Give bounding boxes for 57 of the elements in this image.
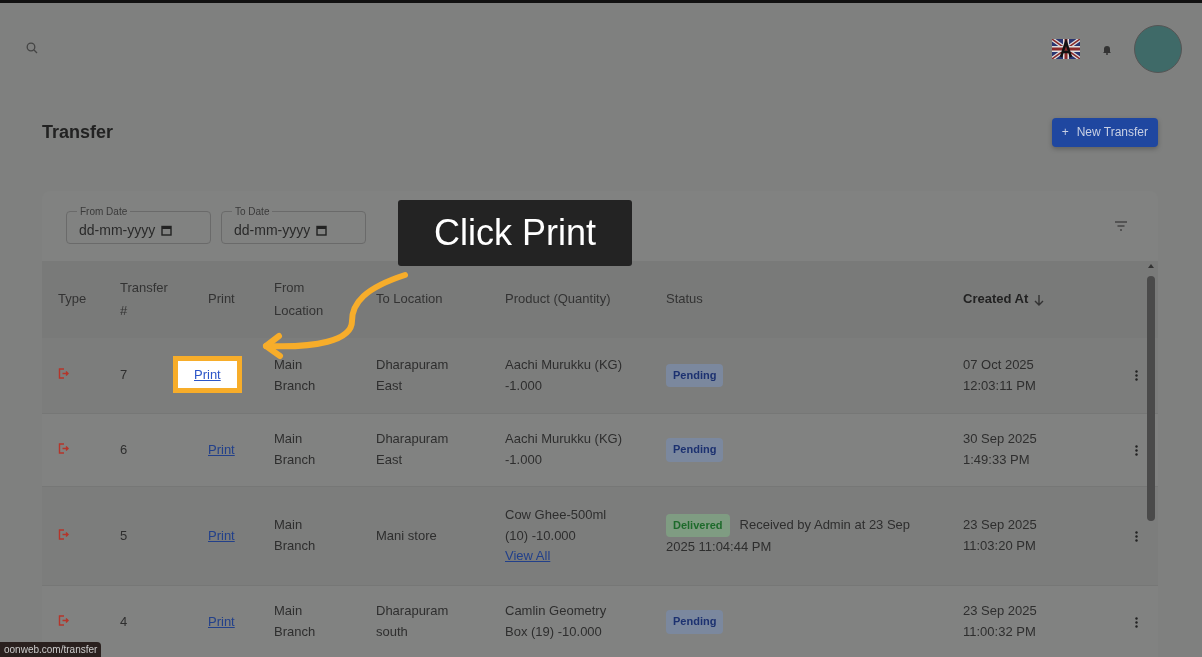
column-header[interactable]: Created At [947,288,1100,311]
more-icon[interactable] [1135,370,1138,381]
view-all-link[interactable]: View All [505,548,551,564]
table-cell-text: Main Branch [273,602,317,641]
more-icon[interactable] [1135,444,1138,456]
table-cell-text: 5 [119,526,129,545]
flag-icon[interactable] [1052,39,1080,59]
exit-icon [58,368,69,380]
table-cell-text: Camlin Geometry Box (19) -10.000 [505,602,608,641]
status-badge: Pending [666,363,724,388]
tutorial-callout: Click Print [398,200,633,266]
status-note: Delivered Received by Admin at 23 Sep 2025 11:04:44 PM [666,513,947,559]
table-cell-text: Dharapuram East [375,430,450,469]
table-cell-text: Main Branch [273,516,317,555]
date-field[interactable]: From Date dd-mm-yyyy [66,206,211,244]
table-cell-text: Mani store [375,526,438,545]
status-badge: Delivered [666,513,730,538]
created-date: 23 Sep 2025 11:03:20 PM [962,516,1038,555]
table-cell-text: Aachi Murukku (KG) -1.000 [505,355,624,395]
table-cell-text: 4 [119,612,129,631]
column-header: From Location [273,279,325,320]
column-header: Transfer # [119,279,169,320]
created-date: 30 Sep 2025 1:49:33 PM [962,430,1038,469]
calendar-icon[interactable] [161,224,173,236]
table-cell-text: 7 [119,366,129,385]
print-link[interactable]: Print [208,609,235,633]
column-header: To Location [375,290,444,309]
column-header: Type [57,290,88,309]
table-cell-text: Dharapuram East [375,355,450,395]
table-cell-text: 6 [119,440,129,459]
created-date: 23 Sep 2025 11:00:32 PM [962,602,1038,641]
created-date: 07 Oct 2025 12:03:11 PM [962,355,1037,395]
column-header: Product (Quantity) [504,290,612,309]
bell-icon[interactable] [1102,43,1112,55]
exit-icon [58,528,69,540]
search-icon[interactable] [26,42,38,54]
table-cell-text: Main Branch [273,430,317,469]
status-badge: Pending [666,438,724,462]
exit-icon [58,442,69,454]
date-field[interactable]: To Date dd-mm-yyyy [221,206,366,244]
arrow-down-icon [1034,293,1045,306]
column-header: Status [665,290,704,309]
table-cell-text: Dharapuram south [375,602,450,641]
page-title: Transfer [42,121,114,143]
column-header: Print [207,290,236,309]
calendar-icon[interactable] [316,224,328,236]
table-cell-text: Aachi Murukku (KG) -1.000 [505,430,624,469]
table-cell-text: Cow Ghee-500ml (10) -10.000 [505,505,608,545]
print-link[interactable]: Print [208,437,235,461]
new-transfer-button[interactable]: + New Transfer [1051,117,1158,147]
print-link[interactable]: Print [208,523,235,547]
more-icon[interactable] [1135,616,1138,628]
exit-icon [58,614,69,626]
table-cell-text: Main Branch [273,355,317,395]
more-icon[interactable] [1135,530,1138,542]
link-url-tooltip: oonweb.com/transfer [0,642,102,657]
status-badge: Pending [666,610,724,634]
